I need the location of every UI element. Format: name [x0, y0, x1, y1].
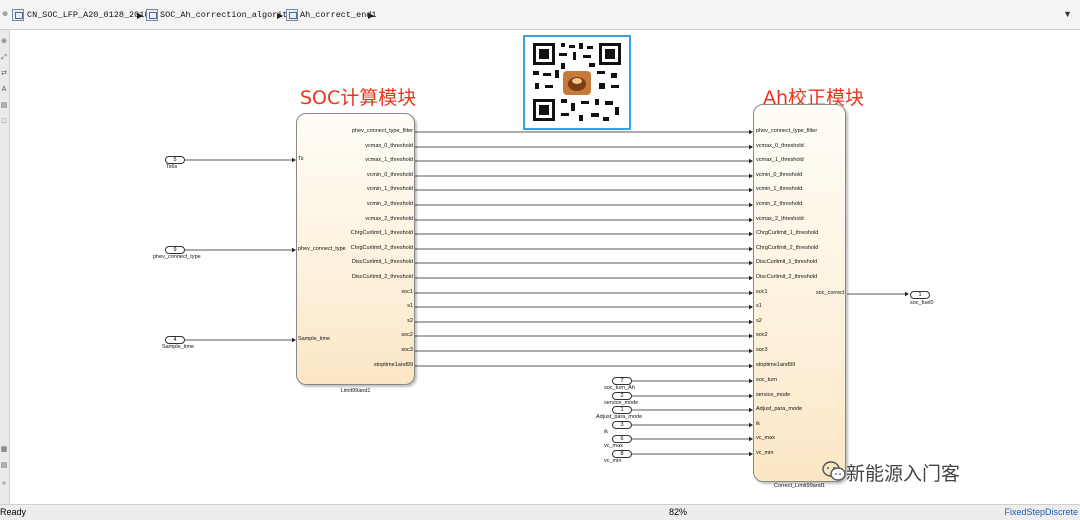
left-output-label: vcmax_2_threshold: [365, 216, 413, 222]
inport-block[interactable]: 6: [612, 435, 632, 443]
arrow-icon: [905, 291, 909, 297]
left-block-name: Limit99and1: [340, 388, 371, 394]
inport-block[interactable]: 3: [612, 421, 632, 429]
inport-block[interactable]: 2: [612, 392, 632, 400]
right-input-label: ChrgCurlimit_2_threshold: [756, 245, 819, 251]
inport-block[interactable]: 7: [612, 377, 632, 385]
left-output-label: vcmax_1_threshold: [365, 157, 413, 163]
right-input-label: soc3: [756, 347, 768, 353]
soc-module-title: SOC计算模块: [300, 87, 417, 109]
left-output-label: ChrgCurlimit_2_threshold: [350, 245, 413, 251]
left-output-label: stoptime1and99: [373, 362, 413, 368]
left-output-label: vcmax_0_threshold: [365, 143, 413, 149]
right-input-label: DiscCurlimit_2_threshold: [756, 274, 818, 280]
right-input-label: s1: [756, 303, 762, 309]
right-input-label: vcmin_0_threshold: [756, 172, 803, 178]
right-input-label: service_mode: [756, 392, 791, 398]
right-input-label: soc1: [756, 289, 768, 295]
watermark-text: 新能源入门客: [846, 463, 961, 485]
left-output-label: vcmin_1_threshold: [366, 186, 413, 192]
inport-name: Ts6s: [166, 164, 178, 170]
right-input-label: phev_connect_type_filter: [756, 128, 818, 134]
outport-soc-fuel[interactable]: 1: [910, 291, 930, 299]
inport-block[interactable]: 9: [165, 246, 185, 254]
left-input-label: Sample_time: [298, 336, 331, 342]
right-input-label: soc_turn: [756, 377, 778, 383]
inport-block[interactable]: 4: [165, 336, 185, 344]
left-output-label: s1: [407, 303, 413, 309]
inport-name: phev_connect_type: [153, 254, 201, 260]
left-output-label: vcmin_2_threshold: [366, 201, 413, 207]
right-input-label: vcmax_1_threshold: [756, 157, 804, 163]
right-input-label: vcmax_2_threshold: [756, 216, 804, 222]
right-input-label: soc2: [756, 332, 768, 338]
right-block-name: Correct_Limit99and1: [773, 483, 826, 489]
zoom-level[interactable]: 82%: [669, 505, 687, 520]
right-input-label: stoptime1and99: [756, 362, 796, 368]
status-text: Ready: [0, 507, 27, 517]
right-input-label: DiscCurlimit_1_threshold: [756, 259, 818, 265]
right-input-label: vcmax_0_threshold: [756, 143, 804, 149]
right-input-label: vc_min: [756, 450, 774, 456]
right-input-label: vcmin_2_threshold: [756, 201, 803, 207]
status-bar: Ready 82% FixedStepDiscrete: [0, 504, 1080, 520]
left-output-label: s2: [407, 318, 413, 324]
inport-block[interactable]: 1: [612, 406, 632, 414]
left-output-label: DiscCurlimit_1_threshold: [351, 259, 413, 265]
inport-name: soc_turn_Ah: [604, 385, 635, 391]
left-output-label: soc1: [401, 289, 413, 295]
inport-name: Adjust_para_mode: [596, 414, 643, 420]
left-output-label: ChrgCurlimit_1_threshold: [350, 230, 413, 236]
qr-code-icon: [533, 43, 621, 121]
right-input-label: Adjust_para_mode: [756, 406, 803, 412]
right-input-label: ChrgCurlimit_1_threshold: [756, 230, 819, 236]
left-input-label: Ts: [298, 156, 304, 162]
inport-name: vc_max: [604, 443, 623, 449]
inport-block[interactable]: 5: [165, 156, 185, 164]
left-output-label: phev_connect_type_filter: [351, 128, 413, 134]
wechat-icon: [822, 461, 846, 481]
left-output-label: DiscCurlimit_2_threshold: [351, 274, 413, 280]
inport-name: Sample_time: [162, 344, 195, 350]
inport-block[interactable]: 8: [612, 450, 632, 458]
left-output-label: vcmin_0_threshold: [366, 172, 413, 178]
qr-code-image: [523, 35, 631, 130]
right-input-label: s2: [756, 318, 762, 324]
left-output-label: soc2: [401, 332, 413, 338]
solver-label[interactable]: FixedStepDiscrete: [1004, 505, 1078, 520]
outport-name: soc_fuel0: [910, 300, 934, 306]
inport-name: ik: [604, 429, 608, 435]
right-output-label: soc_correct: [816, 290, 845, 296]
left-output-label: soc3: [401, 347, 413, 353]
inport-name: vc_min: [604, 458, 622, 464]
right-input-label: vc_max: [756, 435, 775, 441]
right-input-label: ik: [756, 421, 760, 427]
left-input-label: phev_connect_type: [298, 246, 346, 252]
right-input-label: vcmin_1_threshold: [756, 186, 803, 192]
